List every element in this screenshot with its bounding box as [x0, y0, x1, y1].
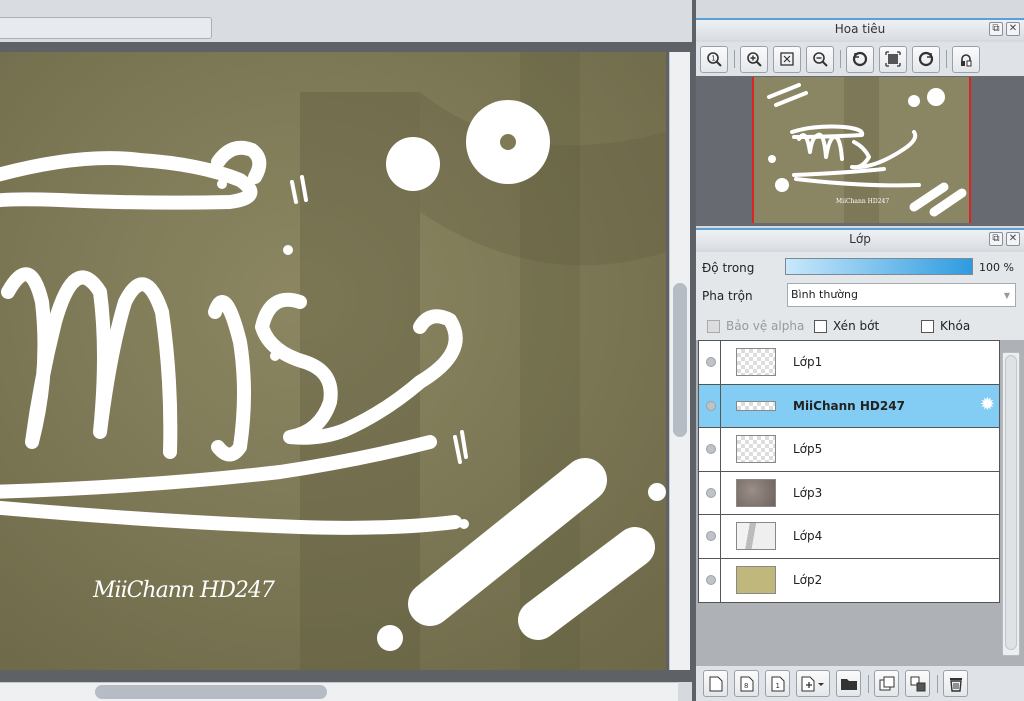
- rotate-right-icon[interactable]: [912, 45, 940, 73]
- navigator-title: Hoa tiêu: [834, 22, 886, 36]
- detach-icon[interactable]: ⧉: [989, 22, 1003, 36]
- canvas-horizontal-scrollbar[interactable]: [0, 682, 678, 701]
- layer-name: Lớp2: [793, 572, 823, 587]
- fit-window-icon[interactable]: [879, 45, 907, 73]
- toolbar-separator: [868, 674, 869, 693]
- artwork-svg: MiiChann HD247: [0, 52, 666, 670]
- layer-row[interactable]: Lớp2: [699, 558, 999, 602]
- zoom-out-icon[interactable]: [806, 45, 834, 73]
- navigator-watermark: MiiChann HD247: [836, 198, 889, 205]
- delete-layer-icon[interactable]: [943, 670, 968, 697]
- new-raster-icon[interactable]: 8: [734, 670, 759, 697]
- layer-thumbnail: [736, 348, 776, 376]
- eye-icon[interactable]: [706, 574, 716, 585]
- eye-icon[interactable]: [706, 531, 716, 541]
- gear-icon[interactable]: ✹: [980, 395, 995, 414]
- svg-text:1: 1: [775, 682, 779, 690]
- close-icon[interactable]: ✕: [1006, 232, 1020, 246]
- document-tab-field[interactable]: [0, 17, 212, 39]
- close-icon[interactable]: ✕: [1006, 22, 1020, 36]
- layer-row-selected[interactable]: MiiChann HD247 ✹: [699, 384, 999, 428]
- canvas-top-strip: [0, 0, 692, 42]
- navigator-preview-area[interactable]: MiiChann HD247: [696, 76, 1024, 226]
- toolbar-separator: [946, 50, 947, 68]
- navigator-toolbar: 1: [696, 42, 1024, 76]
- opacity-slider[interactable]: [785, 258, 973, 275]
- layer-thumbnail: [736, 435, 776, 463]
- canvas-horizontal-scroll-thumb[interactable]: [95, 685, 327, 699]
- lock-label: Khóa: [940, 319, 971, 333]
- new-1bit-icon[interactable]: 1: [765, 670, 790, 697]
- clip-checkbox[interactable]: Xén bớt: [814, 319, 879, 333]
- layer-list-scrollbar[interactable]: [1002, 352, 1020, 656]
- toolbar-separator: [937, 674, 938, 693]
- flip-icon[interactable]: [952, 45, 980, 73]
- protect-alpha-checkbox[interactable]: Bảo vệ alpha: [707, 319, 804, 333]
- opacity-value: 100 %: [979, 261, 1014, 274]
- layer-toolbar: 8 1: [696, 666, 1024, 701]
- paint-app-window: MiiChann HD247 Hoa tiêu ⧉ ✕ 1 MiiChann H…: [0, 0, 1024, 701]
- navigator-thumbnail[interactable]: MiiChann HD247: [752, 77, 971, 223]
- canvas-artwork[interactable]: MiiChann HD247: [0, 52, 666, 670]
- detach-icon[interactable]: ⧉: [989, 232, 1003, 246]
- layer-row[interactable]: Lớp3: [699, 471, 999, 515]
- eye-icon[interactable]: [706, 487, 716, 498]
- canvas-vertical-scroll-thumb[interactable]: [673, 283, 687, 437]
- lock-checkbox[interactable]: Khóa: [921, 319, 970, 333]
- watermark-text: MiiChann HD247: [92, 578, 275, 603]
- merge-layer-icon[interactable]: [905, 670, 930, 697]
- protect-alpha-label: Bảo vệ alpha: [726, 319, 805, 333]
- layers-panel-header: Lớp ⧉ ✕: [696, 228, 1024, 250]
- layer-row[interactable]: Lớp1: [699, 341, 999, 385]
- new-folder-icon[interactable]: [836, 670, 861, 697]
- svg-text:1: 1: [711, 55, 715, 63]
- layers-title: Lớp: [849, 232, 871, 246]
- duplicate-layer-icon[interactable]: [874, 670, 899, 697]
- toolbar-separator: [840, 50, 841, 68]
- blend-label: Pha trộn: [702, 289, 753, 303]
- navigator-thumbnail-art: MiiChann HD247: [754, 77, 969, 223]
- clip-label: Xén bớt: [833, 319, 880, 333]
- checkbox-box: [921, 319, 934, 333]
- layer-name: MiiChann HD247: [793, 398, 905, 413]
- layer-thumbnail: [736, 478, 776, 507]
- layer-list-scroll-thumb[interactable]: [1005, 355, 1017, 650]
- fit-screen-icon[interactable]: [773, 45, 801, 73]
- layer-properties: Độ trong 100 % Pha trộn Bình thường ▼ Bả…: [696, 252, 1024, 340]
- navigator-panel-header: Hoa tiêu ⧉ ✕: [696, 18, 1024, 40]
- checkbox-box: [814, 319, 827, 333]
- new-layer-icon[interactable]: [703, 670, 728, 697]
- chevron-down-icon: ▼: [1003, 291, 1010, 300]
- blend-mode-select[interactable]: Bình thường ▼: [787, 283, 1016, 307]
- new-layer-menu-icon[interactable]: [796, 670, 830, 697]
- toolbar-separator: [734, 50, 735, 68]
- layer-thumbnail: [736, 522, 776, 550]
- layer-name: Lớp5: [793, 442, 823, 456]
- eye-icon[interactable]: [706, 444, 716, 454]
- layer-name: Lớp3: [793, 485, 823, 500]
- layer-thumbnail: [736, 400, 776, 411]
- blend-mode-value: Bình thường: [791, 288, 858, 301]
- layer-name: Lớp1: [793, 355, 823, 369]
- rotate-left-icon[interactable]: [846, 45, 874, 73]
- layer-list: Lớp1 MiiChann HD247 ✹ Lớp5 Lớp3 Lớp4 Lớp…: [698, 340, 1000, 603]
- eye-icon[interactable]: [706, 400, 716, 411]
- layer-thumbnail: [736, 565, 776, 594]
- zoom-in-icon[interactable]: [740, 45, 768, 73]
- layer-row[interactable]: Lớp5: [699, 428, 999, 472]
- layer-row[interactable]: Lớp4: [699, 515, 999, 559]
- zoom-actual-icon[interactable]: 1: [700, 45, 728, 73]
- checkbox-box: [707, 319, 720, 333]
- opacity-label: Độ trong: [702, 261, 755, 275]
- svg-text:8: 8: [744, 682, 748, 690]
- canvas-vertical-scrollbar[interactable]: [669, 52, 690, 670]
- layer-name: Lớp4: [793, 529, 823, 543]
- eye-icon[interactable]: [706, 357, 716, 367]
